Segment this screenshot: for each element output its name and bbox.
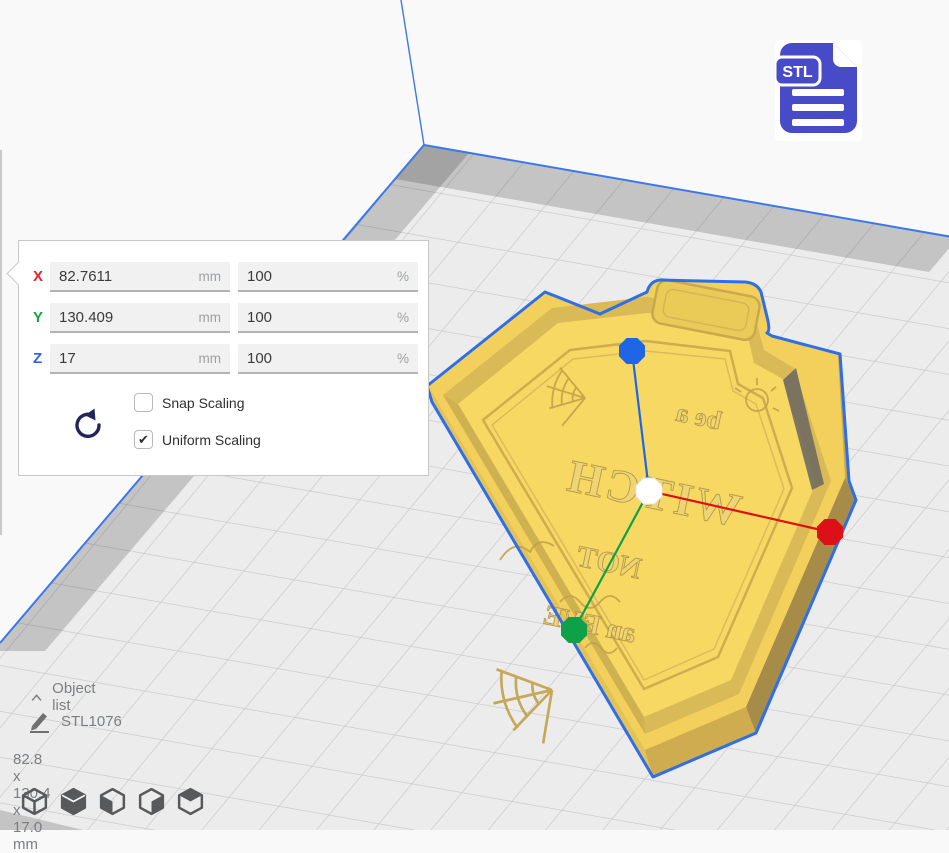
reset-rotate-icon [69, 407, 103, 443]
chevron-up-icon [30, 691, 43, 704]
z-percent-input[interactable]: 100 % [238, 344, 418, 374]
z-size-input[interactable]: 17 mm [50, 344, 230, 374]
build-volume-vertical-edge [401, 0, 424, 145]
view-top-button[interactable] [97, 785, 128, 818]
view-orientation-toolbar [19, 785, 206, 818]
axis-y-label: Y [33, 309, 43, 326]
y-size-input[interactable]: 130.409 mm [50, 303, 230, 333]
scale-row-y: Y 130.409 mm 100 % [19, 303, 428, 333]
gizmo-x-scale-handle[interactable] [817, 519, 843, 545]
gizmo-z-scale-handle[interactable] [619, 338, 645, 364]
pencil-icon [28, 710, 52, 733]
stl-file-badge: STL [775, 40, 862, 141]
uniform-scaling-checkbox[interactable]: ✔ Uniform Scaling [134, 430, 261, 449]
axis-x-label: X [33, 268, 43, 285]
gizmo-y-scale-handle[interactable] [561, 617, 587, 643]
view-3d-button[interactable] [19, 785, 50, 818]
stl-label: STL [782, 64, 812, 81]
cube-3d-icon [19, 785, 50, 818]
snap-scaling-checkbox[interactable]: Snap Scaling [134, 393, 245, 412]
y-percent-input[interactable]: 100 % [238, 303, 418, 333]
view-left-button[interactable] [136, 785, 167, 818]
view-front-button[interactable] [58, 785, 89, 818]
gizmo-uniform-scale-handle[interactable] [636, 478, 662, 504]
x-size-input[interactable]: 82.7611 mm [50, 262, 230, 292]
view-right-button[interactable] [175, 785, 206, 818]
reset-scale-button[interactable] [69, 407, 103, 443]
scale-tool-panel: X 82.7611 mm 100 % Y 130.409 mm 100 % Z … [18, 240, 429, 476]
scale-row-z: Z 17 mm 100 % [19, 344, 428, 374]
axis-z-label: Z [33, 350, 42, 367]
scale-row-x: X 82.7611 mm 100 % [19, 262, 428, 292]
checkbox-unchecked-icon [134, 393, 153, 412]
object-list-header[interactable]: Object list [30, 680, 100, 714]
left-toolbar-edge [0, 150, 2, 535]
cube-front-icon [58, 785, 89, 818]
cube-top-icon [97, 785, 128, 818]
cube-right-icon [175, 785, 206, 818]
stl-file-icon: STL [775, 40, 862, 141]
x-percent-input[interactable]: 100 % [238, 262, 418, 292]
cube-left-icon [136, 785, 167, 818]
checkbox-checked-icon: ✔ [134, 430, 153, 449]
object-list-item[interactable]: STL1076 [28, 710, 122, 733]
